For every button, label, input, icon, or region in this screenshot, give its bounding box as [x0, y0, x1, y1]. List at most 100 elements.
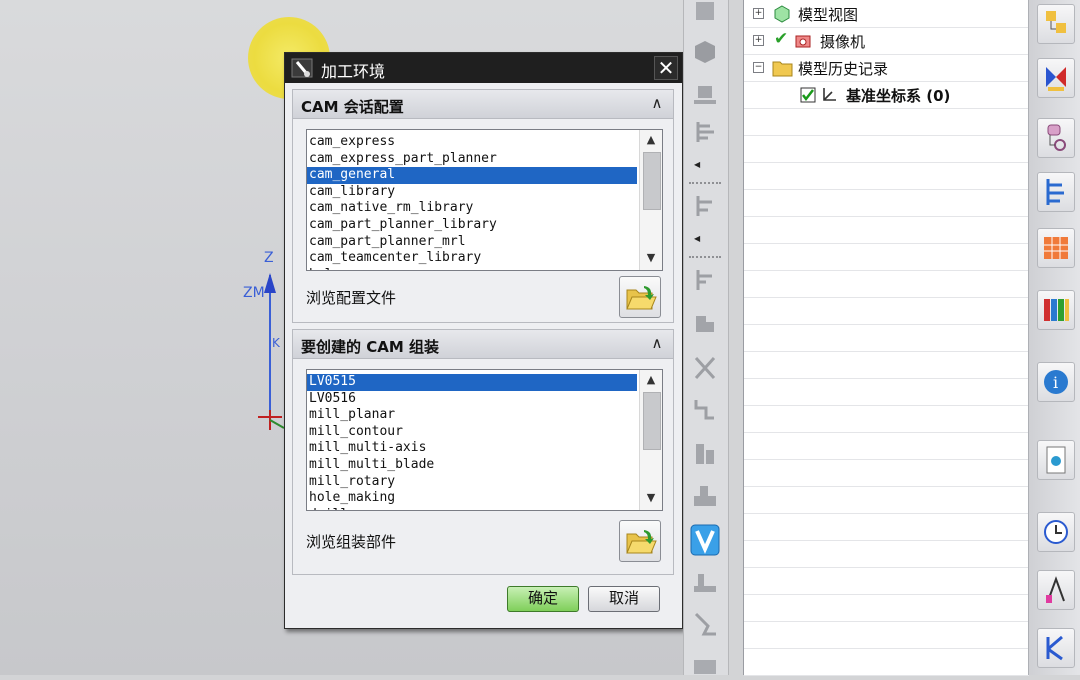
vertical-toolbar: ◀ ◀ [683, 0, 729, 675]
tree-row-empty [744, 108, 1029, 136]
collapse-icon[interactable]: ∧ [647, 94, 667, 114]
toolbar-icon-7[interactable] [690, 310, 720, 338]
browse-assembly-button[interactable] [619, 520, 661, 562]
tree-row-empty [744, 648, 1029, 676]
ok-button[interactable]: 确定 [507, 586, 579, 612]
machining-environment-dialog: 加工环境 ✕ CAM 会话配置 ∧ cam_express cam_express… [284, 52, 683, 629]
roles-tab[interactable] [1037, 628, 1075, 668]
tree-row-cameras[interactable]: + ✔ 摄像机 [744, 27, 1029, 55]
assembly-navigator-icon [1046, 11, 1066, 33]
session-config-list-item[interactable]: cam_general [307, 167, 637, 184]
cam-setup-group: 要创建的 CAM 组装 ∧ LV0515 LV0516 mill_planar mil… [292, 329, 674, 575]
toolbar-icon-11[interactable] [690, 482, 720, 510]
toolbar-icon-10[interactable] [690, 440, 720, 468]
tree-row-empty [744, 297, 1029, 325]
close-button[interactable]: ✕ [654, 56, 678, 80]
visualization-tab[interactable] [1037, 570, 1075, 610]
session-config-list-item[interactable]: cam_express_part_planner [307, 151, 637, 168]
tree-row-empty [744, 351, 1029, 379]
cam-setup-list-item[interactable]: LV0516 [307, 391, 637, 408]
hd3d-tools-tab[interactable] [1037, 228, 1075, 268]
browse-config-label: 浏览配置文件 [306, 289, 397, 307]
toolbar-icon-4[interactable] [690, 118, 720, 146]
scroll-thumb[interactable] [643, 392, 661, 450]
tree-row-datum-csys[interactable]: 基准坐标系 (0) [744, 81, 1029, 109]
cam-setup-list-item[interactable]: mill_planar [307, 407, 637, 424]
open-folder-icon [626, 530, 657, 554]
toolbar-icon-5[interactable] [690, 192, 720, 220]
web-browser-tab[interactable] [1037, 290, 1075, 330]
collapse-icon[interactable]: − [753, 62, 764, 73]
cam-setup-list-item[interactable]: mill_multi-axis [307, 440, 637, 457]
session-config-group: CAM 会话配置 ∧ cam_express cam_express_part_p… [292, 89, 674, 323]
session-config-header[interactable]: CAM 会话配置 ∧ [293, 90, 673, 119]
cancel-button[interactable]: 取消 [588, 586, 660, 612]
tree-row-empty [744, 621, 1029, 649]
cam-setup-list-item[interactable]: mill_contour [307, 424, 637, 441]
expand-icon[interactable]: + [753, 8, 764, 19]
roles-icon [1046, 635, 1063, 661]
scroll-down-icon[interactable]: ▼ [642, 491, 660, 507]
list-scrollbar[interactable]: ▲ ▼ [639, 130, 662, 270]
library-books-icon [1044, 299, 1069, 321]
toolbar-separator [689, 256, 721, 258]
browse-config-button[interactable] [619, 276, 661, 318]
cam-setup-list-item[interactable]: hole_making [307, 490, 637, 507]
scroll-up-icon[interactable]: ▲ [642, 373, 660, 389]
scroll-thumb[interactable] [643, 152, 661, 210]
constraint-navigator-tab[interactable] [1037, 58, 1075, 98]
tree-row-empty [744, 432, 1029, 460]
toolbar-icon-3[interactable] [690, 78, 720, 106]
cam-setup-header[interactable]: 要创建的 CAM 组装 ∧ [293, 330, 673, 359]
cam-setup-list-item[interactable]: mill_multi_blade [307, 457, 637, 474]
toolbar-icon-1[interactable] [690, 0, 720, 28]
toolbar-icon-12[interactable] [690, 568, 720, 596]
browse-assembly-label: 浏览组装部件 [306, 533, 397, 551]
clock-icon [1044, 520, 1068, 544]
scroll-up-icon[interactable]: ▲ [642, 133, 660, 149]
tree-row-empty [744, 135, 1029, 163]
cam-tool-icon [291, 58, 313, 78]
history-tab[interactable]: i [1037, 362, 1075, 402]
session-config-list-item[interactable]: cam_native_rm_library [307, 200, 637, 217]
expand-icon[interactable]: + [753, 35, 764, 46]
toolbar-icon-9[interactable] [690, 396, 720, 424]
session-config-list-item[interactable]: cam_part_planner_mrl [307, 234, 637, 251]
constraint-navigator-icon [1046, 67, 1066, 91]
scroll-down-icon[interactable]: ▼ [642, 251, 660, 267]
toolbar-icon-2[interactable] [690, 38, 720, 66]
session-config-list-item[interactable]: cam_teamcenter_library [307, 250, 637, 267]
tree-row-empty [744, 594, 1029, 622]
toolbar-icon-13[interactable] [690, 610, 720, 638]
part-navigator-tab[interactable] [1037, 118, 1075, 158]
toolbar-expand-icon[interactable]: ◀ [694, 234, 700, 243]
process-studio-tab[interactable] [1037, 440, 1075, 480]
cam-setup-list[interactable]: LV0515 LV0516 mill_planar mill_contour mill_… [306, 369, 663, 511]
session-config-list-item[interactable]: hole [307, 267, 637, 270]
tree-row-model-views[interactable]: + 模型视图 [744, 0, 1029, 28]
session-config-list-item[interactable]: cam_part_planner_library [307, 217, 637, 234]
hd3d-tools-icon [1044, 237, 1068, 259]
cam-setup-list-item[interactable]: mill_rotary [307, 474, 637, 491]
assembly-navigator-tab[interactable] [1037, 4, 1075, 44]
reuse-library-tab[interactable] [1037, 172, 1075, 212]
tree-label-model-history: 模型历史记录 [798, 60, 889, 78]
session-config-list-item[interactable]: cam_express [307, 134, 637, 151]
checkbox-checked-icon[interactable] [800, 87, 816, 103]
cam-setup-list-item[interactable]: LV0515 [307, 374, 637, 391]
dialog-title-bar[interactable]: 加工环境 ✕ [285, 53, 682, 83]
session-config-list[interactable]: cam_express cam_express_part_planner cam_g… [306, 129, 663, 271]
clock-tab[interactable] [1037, 512, 1075, 552]
session-config-list-item[interactable]: cam_library [307, 184, 637, 201]
tree-row-model-history[interactable]: − 模型历史记录 [744, 54, 1029, 82]
cam-setup-list-item[interactable]: drill [307, 507, 637, 510]
toolbar-icon-8[interactable] [690, 354, 720, 382]
list-scrollbar[interactable]: ▲ ▼ [639, 370, 662, 510]
tree-label-datum-csys: 基准坐标系 (0) [846, 87, 951, 105]
collapse-icon[interactable]: ∧ [647, 334, 667, 354]
verify-v-icon[interactable] [690, 524, 720, 556]
toolbar-expand-icon[interactable]: ◀ [694, 160, 700, 169]
toolbar-icon-6[interactable] [690, 266, 720, 294]
tree-label-cameras: 摄像机 [820, 33, 866, 51]
toolbar-icon-14[interactable] [690, 652, 720, 680]
